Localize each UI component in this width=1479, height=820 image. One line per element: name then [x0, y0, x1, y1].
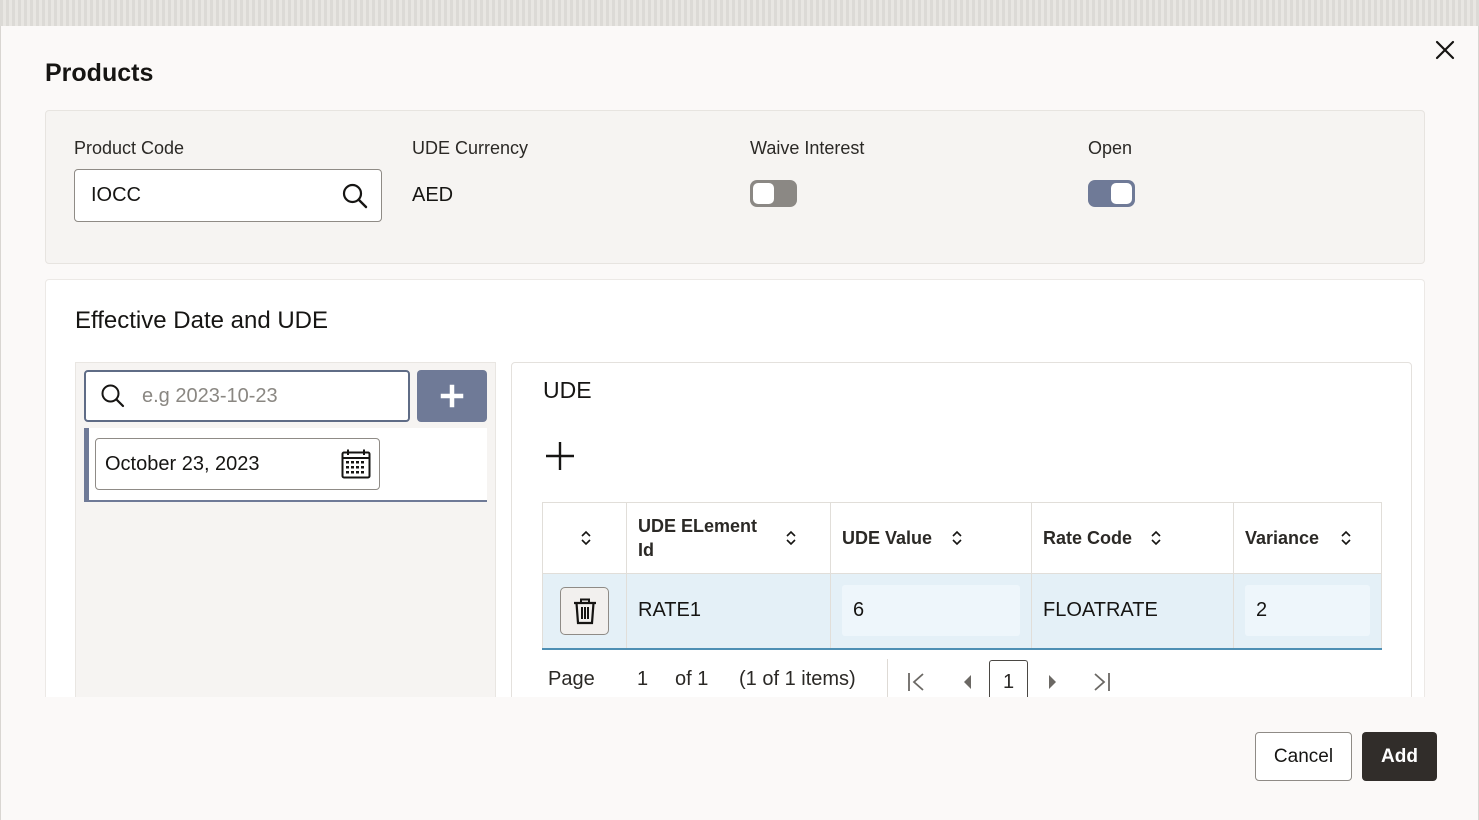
column-header-label: Rate Code: [1043, 528, 1133, 548]
column-header-ude-value[interactable]: UDE Value: [830, 502, 1032, 574]
product-code-label: Product Code: [74, 138, 185, 158]
row-action-cell: [542, 573, 627, 650]
column-header-label: Variance: [1245, 528, 1320, 548]
products-dialog: Products Product Code IOCC UDE Currency …: [0, 26, 1479, 820]
ude-currency-value: AED: [412, 184, 454, 206]
sort-icon[interactable]: [580, 529, 592, 552]
ude-table: UDE ELement Id UDE Value Rate Code Varia…: [542, 502, 1382, 650]
first-page-icon[interactable]: [907, 671, 927, 697]
table-row[interactable]: RATE1 6 FLOATRATE 2: [542, 573, 1382, 650]
ude-pane: UDE UDE ELement Id UDE Value Rate Code V…: [511, 362, 1412, 697]
select-column-header[interactable]: [542, 502, 627, 574]
column-header-label: UDE Value: [842, 528, 933, 548]
ude-value-cell[interactable]: 6: [830, 573, 1032, 650]
sort-icon[interactable]: [1150, 529, 1162, 552]
ude-title: UDE: [543, 377, 592, 403]
table-header-row: UDE ELement Id UDE Value Rate Code Varia…: [542, 502, 1382, 574]
plus-icon: [546, 442, 574, 470]
trash-icon: [573, 598, 596, 624]
items-count-label: (1 of 1 items): [739, 668, 856, 690]
next-page-icon[interactable]: [1047, 671, 1059, 697]
open-toggle[interactable]: [1088, 180, 1135, 207]
sort-icon[interactable]: [1340, 529, 1352, 552]
product-code-field[interactable]: IOCC: [74, 169, 382, 222]
toggle-knob: [1111, 183, 1132, 204]
close-icon: [1435, 40, 1455, 60]
plus-icon: [440, 384, 464, 408]
section-title: Effective Date and UDE: [75, 307, 329, 334]
search-icon: [100, 383, 126, 414]
add-ude-row-button[interactable]: [543, 439, 577, 473]
toggle-knob: [753, 183, 774, 204]
variance-input[interactable]: 2: [1245, 585, 1370, 637]
sort-icon[interactable]: [785, 529, 797, 552]
product-code-value: IOCC: [91, 184, 141, 206]
search-icon[interactable]: [341, 182, 369, 215]
ude-currency-label: UDE Currency: [412, 138, 529, 158]
calendar-icon[interactable]: [340, 448, 372, 485]
column-header-ude-element-id[interactable]: UDE ELement Id: [626, 502, 831, 574]
delete-row-button[interactable]: [560, 586, 609, 635]
product-details-panel: Product Code IOCC UDE Currency AED Waive…: [45, 110, 1425, 264]
date-list-item[interactable]: October 23, 2023: [84, 428, 487, 502]
date-search-input[interactable]: [142, 382, 392, 410]
ude-value-input[interactable]: 6: [842, 585, 1020, 637]
date-search-field[interactable]: [84, 370, 410, 422]
dialog-title: Products: [45, 59, 154, 87]
background-strip: [0, 0, 1479, 26]
add-button[interactable]: Add: [1362, 732, 1437, 781]
waive-interest-toggle[interactable]: [750, 180, 797, 207]
close-button[interactable]: [1429, 34, 1461, 66]
waive-interest-label: Waive Interest: [750, 138, 865, 158]
current-page-button[interactable]: 1: [989, 660, 1028, 697]
ude-element-id-cell: RATE1: [626, 573, 831, 650]
open-label: Open: [1088, 138, 1133, 158]
last-page-icon[interactable]: [1091, 671, 1111, 697]
previous-page-icon[interactable]: [961, 671, 973, 697]
effective-date-field[interactable]: October 23, 2023: [95, 438, 380, 490]
pagination: Page 1 of 1 (1 of 1 items) 1: [548, 659, 1408, 697]
column-header-rate-code[interactable]: Rate Code: [1031, 502, 1234, 574]
cancel-button[interactable]: Cancel: [1255, 732, 1352, 781]
sort-icon[interactable]: [951, 529, 963, 552]
column-header-label: UDE ELement Id: [638, 516, 758, 560]
pager-divider: [887, 659, 888, 697]
rate-code-cell: FLOATRATE: [1031, 573, 1234, 650]
page-count-label: of 1: [675, 668, 709, 690]
add-date-button[interactable]: [417, 370, 487, 422]
column-header-variance[interactable]: Variance: [1233, 502, 1382, 574]
effective-date-value: October 23, 2023: [105, 453, 260, 475]
page-label: Page: [548, 668, 595, 690]
variance-cell[interactable]: 2: [1233, 573, 1382, 650]
effective-date-list-pane: October 23, 2023: [75, 362, 496, 697]
effective-date-panel: Effective Date and UDE October 23,: [45, 279, 1425, 697]
page-number-input[interactable]: 1: [637, 668, 648, 691]
